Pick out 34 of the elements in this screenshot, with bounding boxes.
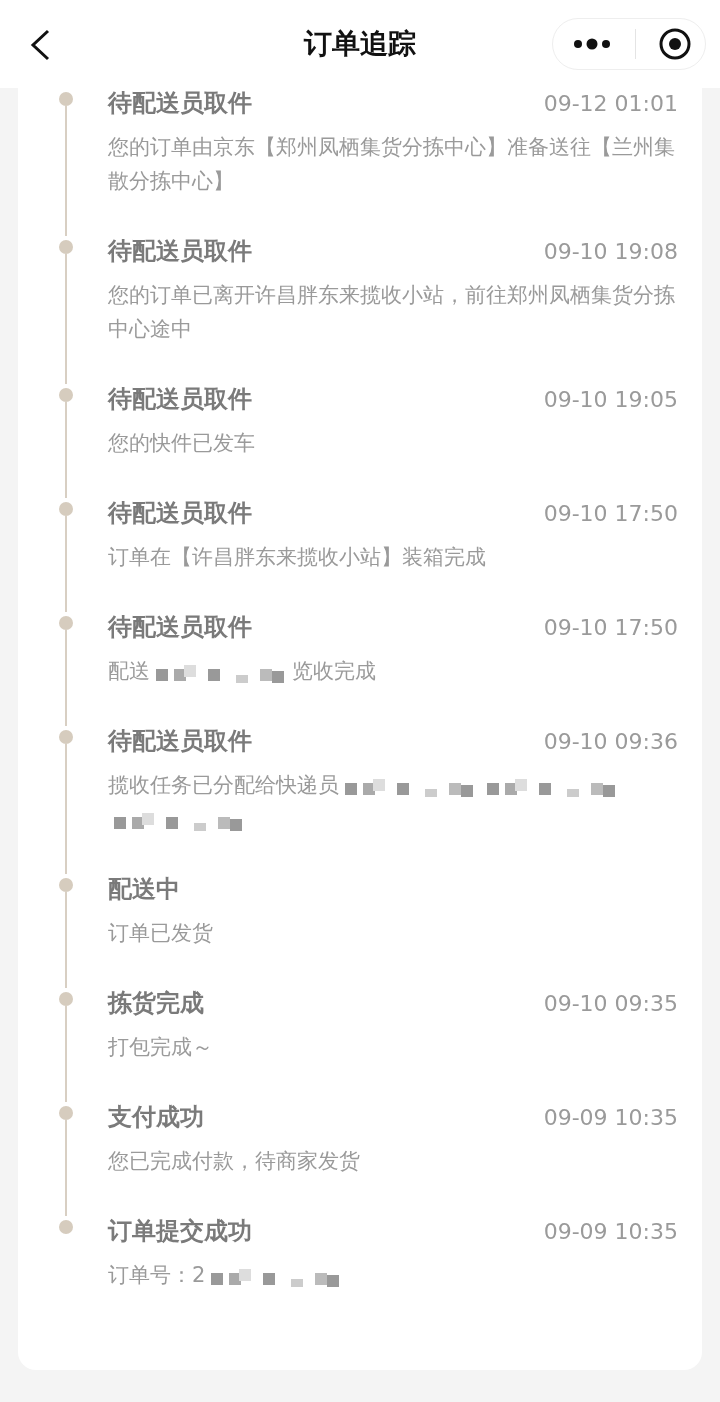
status-title: 支付成功 [108,1102,204,1133]
event-time: 09-10 19:05 [543,386,678,412]
status-title: 待配送员取件 [108,612,252,643]
event-description: 订单已发货 [108,921,213,945]
timeline-dot [59,1220,73,1234]
event-description: 揽收任务已分配给快递员 [108,773,339,797]
event-time: 09-09 10:35 [543,1104,678,1130]
status-title: 订单提交成功 [108,1216,252,1247]
event-description: 配送 [108,659,150,683]
status-title: 待配送员取件 [108,384,252,415]
status-title: 待配送员取件 [108,498,252,529]
event-description: 订单号：2 [108,1263,206,1287]
event-time: 09-12 01:01 [543,90,678,116]
more-icon[interactable] [573,38,611,50]
event-description: 您的订单已离开许昌胖东来揽收小站，前往郑州凤栖集货分拣中心途中 [108,283,675,341]
event-description: 打包完成～ [108,1035,213,1059]
event-description: 订单在【许昌胖东来揽收小站】装箱完成 [108,545,486,569]
back-icon[interactable] [28,28,52,62]
status-title: 拣货完成 [108,988,204,1019]
event-description: 您的订单由京东【郑州凤栖集货分拣中心】准备送往【兰州集散分拣中心】 [108,135,675,193]
event-time: 09-10 09:35 [543,990,678,1016]
event-time: 09-10 17:50 [543,500,678,526]
event-description: 您的快件已发车 [108,431,255,455]
status-title: 配送中 [108,874,180,905]
status-title: 待配送员取件 [108,236,252,267]
event-description: 您已完成付款，待商家发货 [108,1149,360,1173]
page-title: 订单追踪 [304,26,416,62]
status-title: 待配送员取件 [108,88,252,119]
event-time: 09-10 17:50 [543,614,678,640]
event-time: 09-10 09:36 [543,728,678,754]
status-title: 待配送员取件 [108,726,252,757]
event-time: 09-09 10:35 [543,1218,678,1244]
event-time: 09-10 19:08 [543,238,678,264]
event-description: 览收完成 [292,659,376,683]
